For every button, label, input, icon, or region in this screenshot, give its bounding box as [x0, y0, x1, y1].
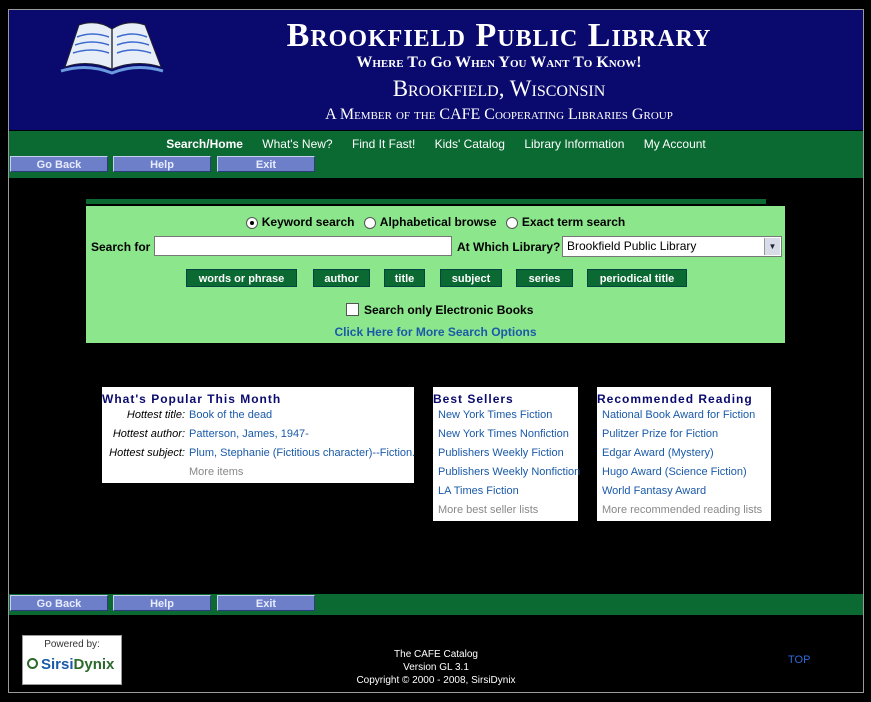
bestsellers-panel: Best Sellers New York Times Fiction New …	[433, 387, 580, 521]
powered-by-text: Powered by:	[44, 639, 100, 650]
library-tagline: Where To Go When You Want To Know!	[356, 54, 642, 71]
recommended-link[interactable]: Edgar Award (Mystery)	[602, 447, 714, 459]
ebooks-checkbox[interactable]	[346, 303, 359, 316]
ebooks-label: Search only Electronic Books	[364, 303, 534, 317]
bottom-bar: Go Back Help Exit	[9, 594, 863, 615]
top-toolbar: Go Back Help Exit	[9, 156, 329, 173]
hottest-title-label: Hottest title:	[126, 409, 185, 421]
bestseller-link[interactable]: Publishers Weekly Fiction	[438, 447, 564, 459]
help-button[interactable]: Help	[113, 595, 211, 611]
recommended-link[interactable]: National Book Award for Fiction	[602, 409, 755, 421]
words-or-phrase-button[interactable]: words or phrase	[186, 269, 297, 287]
radio-button[interactable]	[505, 216, 518, 229]
title-button[interactable]: title	[384, 269, 425, 287]
hottest-author-link[interactable]: Patterson, James, 1947-	[189, 428, 309, 440]
search-type-radios: Keyword search Alphabetical browse Exact…	[86, 215, 785, 229]
hottest-author-label: Hottest author:	[112, 428, 185, 440]
copyright-text: Copyright © 2000 - 2008, SirsiDynix	[356, 675, 516, 686]
header-banner: Brookfield Public Library Where To Go Wh…	[9, 10, 863, 130]
bestseller-link[interactable]: Publishers Weekly Nonfiction	[438, 466, 580, 478]
go-back-button[interactable]: Go Back	[10, 595, 108, 611]
nav-bar: Search/Home What's New? Find It Fast! Ki…	[9, 131, 863, 178]
more-search-options-link[interactable]: Click Here for More Search Options	[86, 325, 785, 339]
periodical-title-button[interactable]: periodical title	[587, 269, 687, 287]
more-recommended-link[interactable]: More recommended reading lists	[602, 504, 762, 516]
sirsidynix-logo: SirsiDynix	[27, 656, 114, 673]
more-bestsellers-link[interactable]: More best seller lists	[438, 504, 538, 516]
library-select-value: Brookfield Public Library	[567, 239, 697, 253]
recommended-link[interactable]: Hugo Award (Science Fiction)	[602, 466, 747, 478]
powered-by-logo[interactable]: Powered by: SirsiDynix	[22, 635, 122, 685]
recommended-link[interactable]: World Fantasy Award	[602, 485, 706, 497]
bestsellers-heading: Best Sellers	[433, 392, 514, 406]
version-text: Version GL 3.1	[403, 662, 469, 673]
chevron-down-icon[interactable]: ▼	[764, 238, 780, 255]
library-label: At Which Library?	[457, 240, 561, 254]
bestseller-link[interactable]: New York Times Nonfiction	[438, 428, 569, 440]
help-button[interactable]: Help	[113, 156, 211, 172]
hottest-subject-link[interactable]: Plum, Stephanie (Fictitious character)--…	[189, 447, 415, 459]
radio-button[interactable]	[245, 216, 258, 229]
bestseller-link[interactable]: New York Times Fiction	[438, 409, 552, 421]
search-input[interactable]	[154, 236, 452, 256]
author-button[interactable]: author	[313, 269, 370, 287]
exact-term-radio[interactable]: Exact term search	[505, 215, 625, 229]
nav-find-it-fast[interactable]: Find It Fast!	[352, 137, 415, 151]
search-panel: Keyword search Alphabetical browse Exact…	[86, 206, 785, 343]
hottest-subject-label: Hottest subject:	[109, 447, 185, 459]
divider	[86, 199, 766, 204]
radio-button[interactable]	[363, 216, 376, 229]
member-text: A Member of the CAFE Cooperating Librari…	[325, 106, 673, 123]
library-city: Brookfield, Wisconsin	[392, 76, 606, 101]
library-select[interactable]: Brookfield Public Library ▼	[562, 236, 782, 257]
subject-button[interactable]: subject	[440, 269, 502, 287]
nav-whats-new[interactable]: What's New?	[262, 137, 332, 151]
nav-kids-catalog[interactable]: Kids' Catalog	[435, 137, 505, 151]
keyword-radio[interactable]: Keyword search	[245, 215, 354, 229]
open-book-icon	[60, 22, 164, 75]
recommended-link[interactable]: Pulitzer Prize for Fiction	[602, 428, 718, 440]
popular-heading: What's Popular This Month	[102, 392, 282, 406]
recommended-heading: Recommended Reading	[597, 392, 753, 406]
swirl-icon	[27, 658, 38, 669]
nav-links: Search/Home What's New? Find It Fast! Ki…	[9, 137, 863, 151]
footer-text: The CAFE Catalog Version GL 3.1 Copyrigh…	[300, 648, 572, 687]
nav-library-information[interactable]: Library Information	[524, 137, 624, 151]
go-back-button[interactable]: Go Back	[10, 156, 108, 172]
alphabetical-radio[interactable]: Alphabetical browse	[363, 215, 497, 229]
exit-button[interactable]: Exit	[217, 156, 315, 172]
more-items-link[interactable]: More items	[189, 466, 243, 478]
hottest-title-link[interactable]: Book of the dead	[189, 409, 272, 421]
recommended-panel: Recommended Reading National Book Award …	[597, 387, 771, 521]
bestseller-link[interactable]: LA Times Fiction	[438, 485, 519, 497]
top-link[interactable]: TOP	[788, 654, 810, 666]
search-for-label: Search for	[91, 240, 151, 254]
nav-my-account[interactable]: My Account	[644, 137, 706, 151]
series-button[interactable]: series	[516, 269, 573, 287]
popular-panel: What's Popular This Month Hottest title:…	[102, 387, 415, 483]
bottom-toolbar: Go Back Help Exit	[9, 595, 329, 612]
nav-search-home[interactable]: Search/Home	[166, 137, 243, 151]
library-title: Brookfield Public Library	[286, 17, 712, 54]
catalog-name: The CAFE Catalog	[394, 649, 478, 660]
exit-button[interactable]: Exit	[217, 595, 315, 611]
